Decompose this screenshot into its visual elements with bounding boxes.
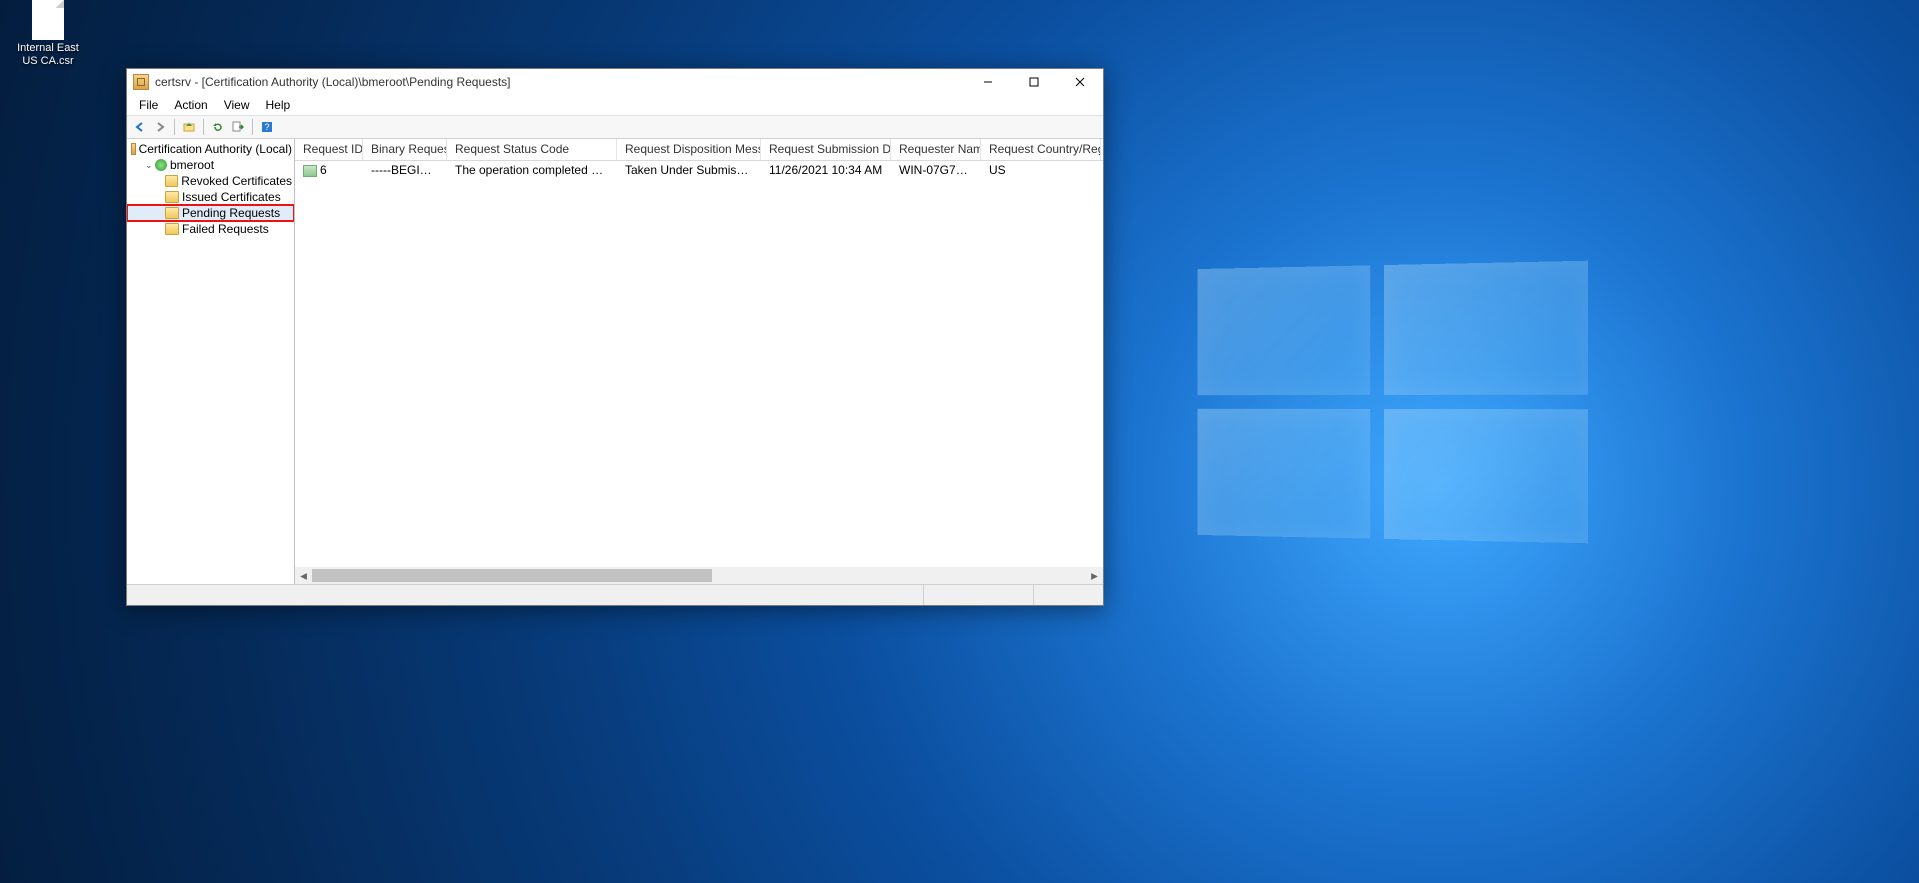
scroll-right-button[interactable]: ▸: [1086, 567, 1103, 584]
maximize-button[interactable]: [1011, 69, 1057, 95]
list-pane: Request ID Binary Request Request Status…: [295, 139, 1103, 584]
col-request-status[interactable]: Request Status Code: [447, 139, 617, 160]
windows-logo: [1198, 261, 1589, 544]
tree-failed[interactable]: Failed Requests: [127, 221, 294, 237]
menu-action[interactable]: Action: [166, 96, 215, 114]
col-submission-date[interactable]: Request Submission Date: [761, 139, 891, 160]
tree-label: Failed Requests: [182, 222, 269, 236]
col-binary-request[interactable]: Binary Request: [363, 139, 447, 160]
request-icon: [303, 165, 317, 177]
statusbar: [127, 585, 1103, 605]
forward-button[interactable]: [151, 118, 169, 136]
file-icon: [32, 0, 64, 40]
tree-root[interactable]: Certification Authority (Local): [127, 141, 294, 157]
status-pane: [1033, 585, 1103, 605]
svg-text:?: ?: [264, 122, 269, 132]
column-headers: Request ID Binary Request Request Status…: [295, 139, 1103, 161]
menubar: File Action View Help: [127, 95, 1103, 115]
help-button[interactable]: ?: [258, 118, 276, 136]
toolbar-separator: [252, 119, 253, 135]
export-button[interactable]: [229, 118, 247, 136]
certsrv-app-icon: [133, 74, 149, 90]
desktop-icon-label: Internal East: [12, 42, 84, 55]
status-pane: [127, 585, 923, 605]
scroll-left-button[interactable]: ◂: [295, 567, 312, 584]
cell-binary: -----BEGIN NE...: [363, 162, 447, 178]
scroll-thumb[interactable]: [312, 569, 712, 582]
cell-disposition: Taken Under Submission: [617, 162, 761, 178]
tree-revoked[interactable]: Revoked Certificates: [127, 173, 294, 189]
col-disposition[interactable]: Request Disposition Message: [617, 139, 761, 160]
menu-view[interactable]: View: [216, 96, 258, 114]
request-row[interactable]: 6 -----BEGIN NE... The operation complet…: [295, 161, 1103, 179]
tree-ca-node[interactable]: ⌄ bmeroot: [127, 157, 294, 173]
folder-icon: [165, 191, 179, 203]
desktop-icon-csr-file[interactable]: Internal East US CA.csr: [12, 0, 84, 68]
titlebar[interactable]: certsrv - [Certification Authority (Loca…: [127, 69, 1103, 95]
scroll-track[interactable]: [312, 567, 1086, 584]
horizontal-scrollbar[interactable]: ◂ ▸: [295, 567, 1103, 584]
tree-label: Certification Authority (Local): [139, 142, 292, 156]
col-requester-name[interactable]: Requester Name: [891, 139, 981, 160]
ca-icon: [155, 159, 167, 171]
folder-icon: [165, 223, 179, 235]
cell-request-id: 6: [320, 163, 327, 177]
col-request-id[interactable]: Request ID: [295, 139, 363, 160]
cell-requester: WIN-07G7RBSGV...: [891, 162, 981, 178]
window-title: certsrv - [Certification Authority (Loca…: [155, 75, 965, 89]
toolbar: ?: [127, 115, 1103, 139]
back-button[interactable]: [131, 118, 149, 136]
minimize-button[interactable]: [965, 69, 1011, 95]
desktop[interactable]: Internal East US CA.csr certsrv - [Certi…: [0, 0, 1919, 883]
menu-help[interactable]: Help: [258, 96, 299, 114]
folder-icon: [165, 175, 178, 187]
toolbar-separator: [174, 119, 175, 135]
refresh-button[interactable]: [209, 118, 227, 136]
cell-status: The operation completed successf...: [447, 162, 617, 178]
tree-label: bmeroot: [170, 158, 214, 172]
cell-country: US: [981, 162, 1101, 178]
col-country[interactable]: Request Country/Region: [981, 139, 1101, 160]
certsrv-window: certsrv - [Certification Authority (Loca…: [126, 68, 1104, 606]
status-pane: [923, 585, 1033, 605]
desktop-icon-label: US CA.csr: [12, 55, 84, 68]
tree-label: Issued Certificates: [182, 190, 281, 204]
tree-label: Revoked Certificates: [181, 174, 292, 188]
up-button[interactable]: [180, 118, 198, 136]
close-button[interactable]: [1057, 69, 1103, 95]
tree-label: Pending Requests: [182, 206, 280, 220]
expand-icon[interactable]: ⌄: [145, 160, 155, 171]
tree-pane: Certification Authority (Local) ⌄ bmeroo…: [127, 139, 295, 584]
cell-date: 11/26/2021 10:34 AM: [761, 162, 891, 178]
folder-icon: [165, 207, 179, 219]
menu-file[interactable]: File: [131, 96, 166, 114]
cert-authority-icon: [131, 143, 136, 155]
list-rows: 6 -----BEGIN NE... The operation complet…: [295, 161, 1103, 584]
toolbar-separator: [203, 119, 204, 135]
tree-pending[interactable]: Pending Requests: [127, 205, 294, 221]
tree-issued[interactable]: Issued Certificates: [127, 189, 294, 205]
